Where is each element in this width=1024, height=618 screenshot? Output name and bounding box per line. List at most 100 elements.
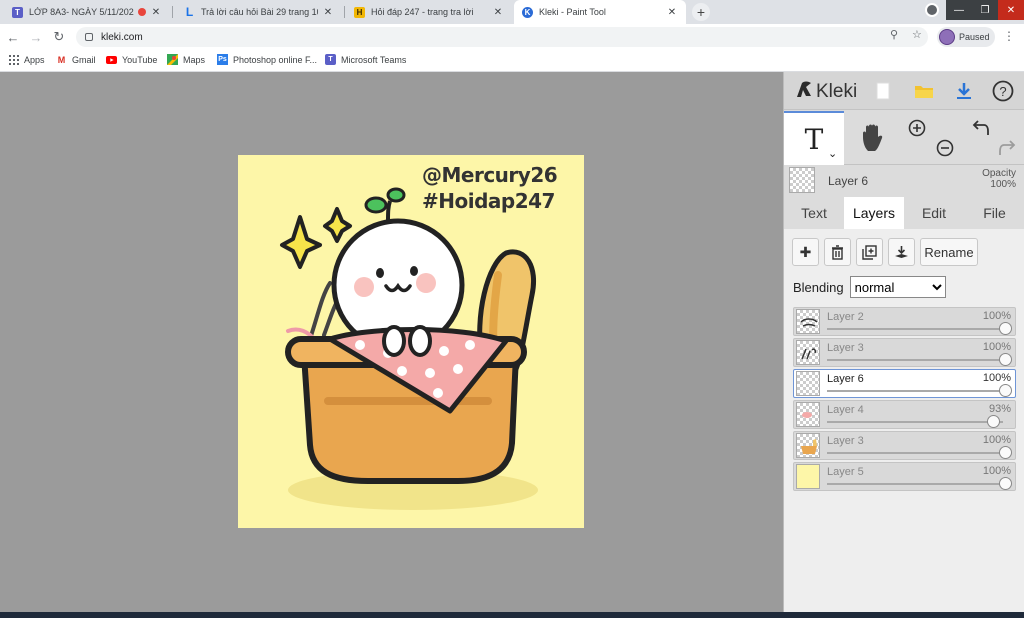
zoom-in-icon [908,119,926,137]
opacity-slider-handle[interactable] [999,384,1012,397]
tab-teams-meeting[interactable]: T LỚP 8A3- NGÀY 5/11/2021 ( ✕ [4,0,170,24]
loigiaihay-icon: L [185,5,194,19]
browser-menu-icon[interactable]: ⋮ [1003,29,1015,43]
layer-name: Layer 5 [827,466,864,478]
merge-down-button[interactable] [888,238,915,266]
tab-edit[interactable]: Edit [904,197,964,229]
canvas-workspace[interactable]: @Mercury26 #Hoidap247 [0,72,783,612]
tab-kleki[interactable]: K Kleki - Paint Tool ✕ [514,0,686,24]
kleki-side-panel: Kleki ? T ⌄ Layer 6 Opacity 100% Text La… [783,72,1024,612]
tab-title: Trả lời câu hỏi Bài 29 trang 100 S [201,7,318,17]
maximize-button[interactable]: ❐ [972,0,998,20]
opacity-slider-track[interactable] [827,452,1003,454]
os-taskbar [0,612,1024,618]
layer-thumbnail [796,402,820,427]
layer-actions: ✚ Rename [792,238,983,266]
rename-layer-button[interactable]: Rename [920,238,978,266]
layer-name: Layer 3 [827,435,864,447]
teams-icon: T [325,54,336,65]
layer-item[interactable]: Layer 5 100% [793,462,1016,491]
layer-opacity: 100% [982,434,1011,446]
open-folder-icon[interactable] [913,80,935,102]
opacity-label: Opacity [982,168,1016,179]
opacity-slider-track[interactable] [827,390,1003,392]
close-icon[interactable]: ✕ [322,7,334,18]
chevron-down-icon[interactable]: ⌄ [828,147,837,160]
hand-tool-button[interactable] [846,111,902,165]
opacity-slider-track[interactable] [827,359,1003,361]
layer-item-selected[interactable]: Layer 6 100% [793,369,1016,398]
bookmark-star-icon[interactable]: ☆ [912,28,922,41]
minimize-button[interactable]: — [946,0,972,20]
maps-icon [167,54,178,65]
zoom-in-button[interactable] [906,101,928,155]
layer-name: Layer 6 [827,373,864,385]
add-layer-button[interactable]: ✚ [792,238,819,266]
bookmark-microsoft-teams[interactable]: T Microsoft Teams [325,54,406,65]
tab-hoidap247[interactable]: H Hỏi đáp 247 - trang tra lời ✕ [346,0,512,24]
new-tab-button[interactable]: + [692,3,710,21]
layer-thumbnail [796,309,820,334]
tab-divider [344,6,345,18]
kleki-logo[interactable]: Kleki [794,79,857,105]
bookmark-maps[interactable]: Maps [167,54,205,65]
profile-button[interactable]: Paused [937,27,995,47]
opacity-slider-handle[interactable] [999,322,1012,335]
delete-layer-button[interactable] [824,238,851,266]
bookmark-gmail[interactable]: M Gmail [56,54,96,65]
current-layer-opacity: Opacity 100% [982,168,1016,190]
recording-icon [138,8,146,16]
opacity-slider-handle[interactable] [999,353,1012,366]
tab-layers[interactable]: Layers [844,197,904,229]
layer-name: Layer 2 [827,311,864,323]
layer-item[interactable]: Layer 4 93% [793,400,1016,429]
hand-icon [863,124,883,151]
layer-item[interactable]: Layer 3 100% [793,431,1016,460]
new-image-icon[interactable] [872,80,894,102]
layer-opacity: 100% [982,310,1011,322]
youtube-icon [106,54,117,65]
close-icon[interactable]: ✕ [666,7,678,18]
bookmark-youtube[interactable]: YouTube [106,54,157,65]
blending-mode-select[interactable]: normal [849,276,946,298]
layer-opacity: 100% [982,465,1011,477]
bookmark-photoshop-online[interactable]: Ps Photoshop online F... [217,54,317,65]
help-icon[interactable]: ? [992,80,1014,102]
current-layer-name: Layer 6 [828,174,869,188]
undo-button[interactable] [970,101,992,155]
opacity-slider-handle[interactable] [999,446,1012,459]
duplicate-icon [862,244,877,260]
layer-opacity: 100% [982,341,1011,353]
layer-item[interactable]: Layer 3 100% [793,338,1016,367]
close-icon[interactable]: ✕ [492,7,504,18]
tab-file[interactable]: File [964,197,1024,229]
zoom-icon[interactable]: ⚲ [890,28,898,41]
close-icon[interactable]: ✕ [150,7,162,18]
layer-item[interactable]: Layer 2 100% [793,307,1016,336]
tab-text[interactable]: Text [784,197,844,229]
avatar [939,29,955,45]
window-close-button[interactable]: ✕ [998,0,1024,20]
text-tool-button[interactable]: T ⌄ [784,111,844,165]
opacity-slider-handle[interactable] [999,477,1012,490]
tab-loigiaihay[interactable]: L Trả lời câu hỏi Bài 29 trang 100 S ✕ [176,0,342,24]
address-bar[interactable]: kleki.com [76,27,928,47]
layer-list: Layer 2 100% Layer 3 100% Layer 6 100% L… [793,307,1016,493]
teams-icon: T [12,6,23,18]
reload-button[interactable]: ↻ [50,28,68,46]
forward-button[interactable]: → [27,28,45,46]
opacity-slider-track[interactable] [827,421,1003,423]
download-icon[interactable] [953,80,975,102]
bookmark-apps[interactable]: Apps [8,54,45,65]
url-text: kleki.com [101,31,143,43]
bookmark-label: Photoshop online F... [233,54,318,65]
duplicate-layer-button[interactable] [856,238,883,266]
media-control-icon[interactable] [920,0,944,20]
drawing-canvas[interactable]: @Mercury26 #Hoidap247 [238,155,584,528]
undo-icon [972,120,989,135]
trash-icon [832,244,843,260]
opacity-slider-handle[interactable] [986,415,1000,428]
back-button[interactable]: ← [4,28,22,46]
opacity-slider-track[interactable] [827,483,1003,485]
opacity-slider-track[interactable] [827,328,1003,330]
